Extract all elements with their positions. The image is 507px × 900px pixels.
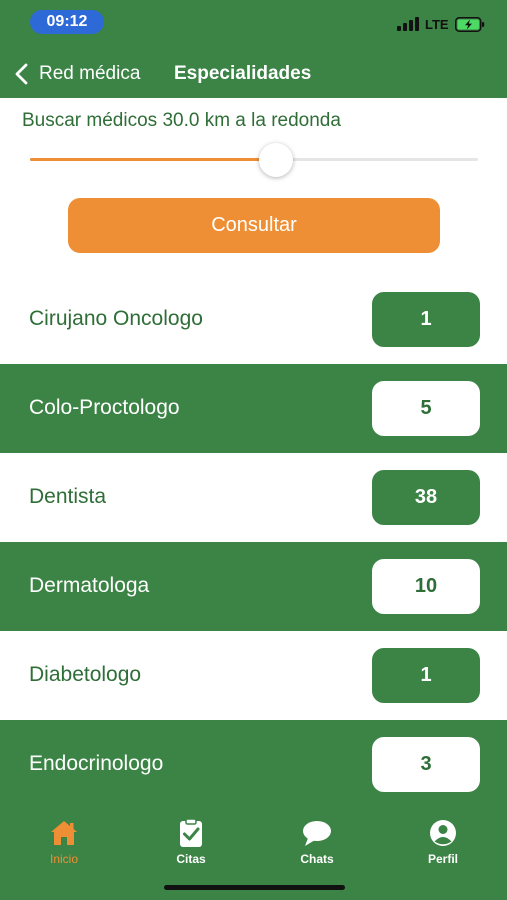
specialty-row[interactable]: Dentista 38 [0,453,507,542]
clipboard-check-icon [180,818,202,847]
search-radius-label: Buscar médicos 30.0 km a la redonda [22,110,341,131]
specialty-count-badge: 1 [372,292,480,347]
tab-citas[interactable]: Citas [151,818,231,878]
chat-bubble-icon [303,821,331,846]
tab-label: Perfil [427,852,458,866]
specialty-row[interactable]: Cirujano Oncologo 1 [0,275,507,364]
specialty-count-badge: 10 [372,559,480,614]
home-indicator [164,885,345,890]
consult-button[interactable]: Consultar [68,198,440,253]
status-bar: 09:12 LTE [0,0,507,44]
specialty-row[interactable]: Dermatologa 10 [0,542,507,631]
home-icon [51,821,77,845]
tab-perfil[interactable]: Perfil [403,818,483,878]
radius-slider[interactable] [30,142,478,178]
specialty-row[interactable]: Colo-Proctologo 5 [0,364,507,453]
specialty-count-badge: 38 [372,470,480,525]
navigation-bar: Red médica Especialidades [0,56,507,92]
back-button[interactable]: Red médica [39,63,140,85]
slider-thumb[interactable] [259,143,294,177]
slider-fill [30,158,277,161]
specialty-count-badge: 3 [372,737,480,792]
specialty-name: Colo-Proctologo [29,396,180,419]
specialty-name: Dermatologa [29,574,150,597]
tab-label: Chats [300,852,334,866]
tab-chats[interactable]: Chats [277,818,357,878]
status-time: 09:12 [30,10,104,34]
signal-icon [397,17,421,31]
tab-inicio[interactable]: Inicio [24,818,104,878]
specialty-list: Cirujano Oncologo 1 Colo-Proctologo 5 De… [0,275,507,808]
app-header: 09:12 LTE Red médica Especialidades [0,0,507,98]
specialty-name: Cirujano Oncologo [29,307,203,330]
tab-label: Citas [176,852,206,866]
specialty-count-badge: 5 [372,381,480,436]
specialty-row[interactable]: Diabetologo 1 [0,631,507,720]
specialty-count-badge: 1 [372,648,480,703]
tab-label: Inicio [49,852,78,866]
battery-charging-icon [455,17,485,32]
specialty-name: Diabetologo [29,663,142,686]
specialty-name: Endocrinologo [29,752,164,775]
network-type: LTE [425,17,449,32]
page-title: Especialidades [174,63,312,84]
specialty-row[interactable]: Endocrinologo 3 [0,720,507,808]
back-chevron-icon[interactable] [12,60,32,88]
specialty-name: Dentista [29,485,107,508]
user-icon [430,820,456,846]
